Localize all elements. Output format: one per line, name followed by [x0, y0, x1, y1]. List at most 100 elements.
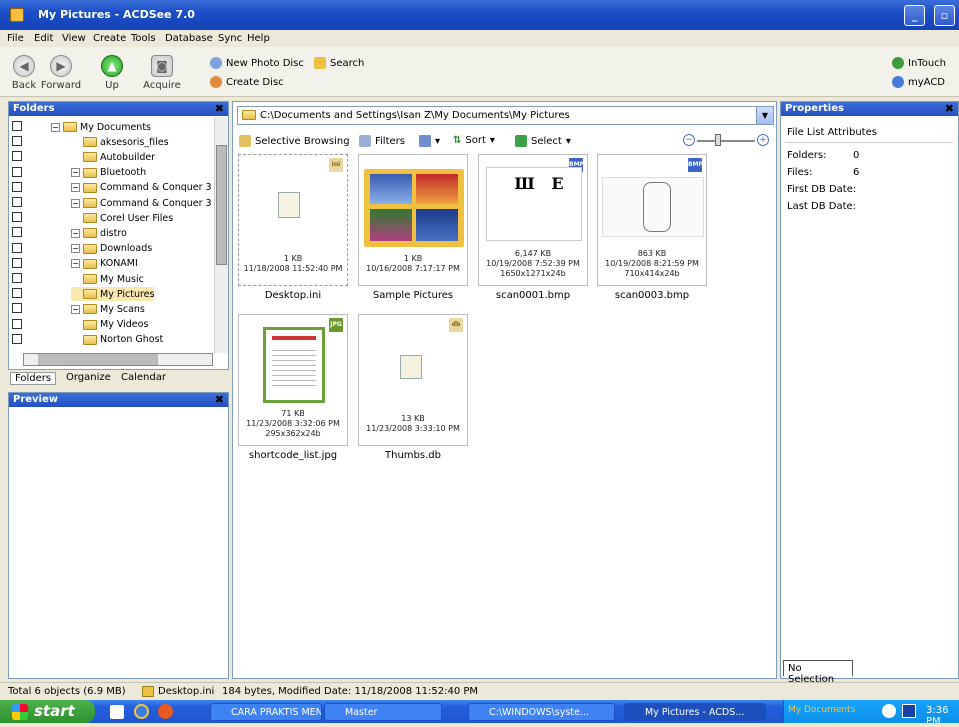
up-button[interactable]: ▲ Up — [98, 55, 126, 91]
folder-checkbox[interactable] — [12, 333, 22, 344]
search-button[interactable]: Search — [314, 57, 364, 69]
close-icon[interactable]: ✖ — [215, 393, 224, 406]
selective-browsing-button[interactable]: Selective Browsing — [239, 135, 350, 147]
folder-tree-item[interactable]: − My Documents — [51, 120, 151, 134]
menu-file[interactable]: File — [7, 33, 24, 44]
file-tile[interactable]: JPG 71 KB 11/23/2008 3:32:06 PM 295x362x24… — [238, 314, 348, 461]
intouch-button[interactable]: InTouch — [892, 57, 946, 69]
menu-create[interactable]: Create — [93, 33, 126, 44]
expand-icon[interactable]: − — [71, 228, 80, 238]
toolbar: ◀ Back ▶ Forward ▲ Up ◙ Acquire New Photo Di… — [0, 47, 959, 97]
folder-tile[interactable]: 1 KB 10/16/2008 7:17:17 PM Sample Picture… — [358, 154, 468, 301]
folder-tree-item[interactable]: Norton Ghost — [71, 333, 163, 347]
path-bar[interactable]: C:\Documents and Settings\Isan Z\My Docu… — [237, 106, 774, 125]
folder-tree-item[interactable]: My Videos — [71, 318, 148, 332]
folder-checkbox[interactable] — [12, 318, 22, 329]
menu-edit[interactable]: Edit — [34, 33, 53, 44]
expand-icon[interactable]: − — [71, 304, 80, 314]
folder-tree-item[interactable]: − My Scans — [71, 302, 145, 316]
folder-checkbox[interactable] — [12, 303, 22, 314]
folder-checkbox[interactable] — [12, 257, 22, 268]
zoom-slider-thumb[interactable] — [715, 134, 721, 146]
scrollbar-thumb[interactable] — [216, 145, 227, 265]
folder-checkbox[interactable] — [12, 273, 22, 283]
menu-view[interactable]: View — [62, 33, 86, 44]
expand-icon[interactable]: − — [71, 198, 80, 208]
folder-icon — [83, 334, 97, 345]
horizontal-scrollbar[interactable] — [23, 353, 213, 366]
folder-tree-item[interactable]: − Bluetooth — [71, 166, 146, 180]
folder-checkbox[interactable] — [12, 181, 22, 192]
taskbar-item-cmd[interactable]: C:\WINDOWS\syste... — [468, 703, 615, 721]
folder-checkbox[interactable] — [12, 197, 22, 207]
select-button[interactable]: Select ▾ — [515, 135, 571, 147]
taskbar-item-acdsee[interactable]: My Pictures - ACDS... — [624, 703, 766, 721]
acdsee-app-icon[interactable] — [10, 8, 24, 22]
maximize-button[interactable]: ▫ — [934, 5, 955, 26]
forward-button[interactable]: ▶ Forward — [40, 55, 82, 91]
close-icon[interactable]: ✖ — [945, 102, 954, 115]
file-tile[interactable]: db 13 KB 11/23/2008 3:33:10 PM Thumbs.db — [358, 314, 468, 461]
folder-checkbox[interactable] — [12, 121, 22, 131]
no-selection-tab[interactable]: No Selection — [783, 660, 853, 685]
menu-database[interactable]: Database — [165, 33, 213, 44]
new-photo-disc-button[interactable]: New Photo Disc — [210, 57, 304, 69]
taskbar-item-master[interactable]: Master — [324, 703, 442, 721]
expand-icon[interactable]: − — [71, 168, 80, 178]
folder-checkbox[interactable] — [12, 212, 22, 223]
zoom-in-icon[interactable]: + — [757, 134, 769, 146]
firefox-icon[interactable] — [158, 704, 173, 719]
sort-button[interactable]: ⇅ Sort ▾ — [453, 135, 495, 146]
zoom-slider[interactable]: − + — [683, 134, 769, 146]
taskbar-item-cara-praktis[interactable]: CARA PRAKTIS MEN... — [210, 703, 322, 721]
acquire-button[interactable]: ◙ Acquire — [140, 55, 184, 91]
sort-icon: ⇅ — [453, 135, 462, 146]
folder-tree-item[interactable]: My Pictures — [71, 287, 155, 302]
file-tile[interactable]: ini 1 KB 11/18/2008 11:52:40 PM Desktop.i… — [238, 154, 348, 301]
create-disc-button[interactable]: Create Disc — [210, 76, 284, 88]
close-icon[interactable]: ✖ — [215, 102, 224, 115]
expand-icon[interactable]: − — [71, 259, 80, 269]
windows-logo-icon — [12, 704, 28, 720]
tray-my-documents[interactable]: My Documents — [788, 705, 855, 715]
expand-icon[interactable]: − — [71, 244, 80, 254]
menu-tools[interactable]: Tools — [131, 33, 156, 44]
minimize-button[interactable]: _ — [904, 5, 925, 26]
expand-icon[interactable]: − — [51, 122, 60, 132]
tray-app-icon[interactable] — [882, 704, 896, 718]
folder-checkbox[interactable] — [12, 166, 22, 177]
view-mode-button[interactable]: ▾ — [419, 135, 440, 147]
folder-tree-item[interactable]: Corel User Files — [71, 211, 173, 225]
folder-tree-scrollbar[interactable] — [214, 117, 228, 353]
zoom-out-icon[interactable]: − — [683, 134, 695, 146]
folder-tree-item[interactable]: − distro — [71, 226, 127, 240]
file-tile[interactable]: BMP 863 KB 10/19/2008 8:21:59 PM 710x414x2… — [597, 154, 707, 301]
tray-media-icon[interactable] — [902, 704, 916, 718]
folder-checkbox[interactable] — [12, 288, 22, 299]
hscroll-thumb[interactable] — [38, 354, 158, 365]
folder-tree-item[interactable]: My Music — [71, 272, 144, 286]
folder-tree-item[interactable]: aksesoris_files — [71, 135, 169, 149]
back-button[interactable]: ◀ Back — [8, 55, 40, 91]
filters-button[interactable]: Filters — [359, 135, 405, 147]
folder-tree-item[interactable]: − Downloads — [71, 242, 152, 256]
folder-tree-item[interactable]: − Command & Conquer 3 K — [71, 181, 221, 195]
folder-checkbox[interactable] — [12, 242, 22, 253]
tab-calendar[interactable]: Calendar — [121, 372, 166, 383]
folder-tree-item[interactable]: Autobuilder — [71, 150, 155, 164]
internet-explorer-icon[interactable] — [134, 704, 149, 719]
folder-tree-item[interactable]: − KONAMI — [71, 257, 138, 271]
show-desktop-icon[interactable] — [110, 705, 124, 719]
expand-icon[interactable]: − — [71, 183, 80, 193]
menu-help[interactable]: Help — [247, 33, 270, 44]
folder-checkbox[interactable] — [12, 151, 22, 162]
folder-checkbox[interactable] — [12, 136, 22, 147]
tab-organize[interactable]: Organize — [66, 372, 111, 383]
menu-sync[interactable]: Sync — [218, 33, 242, 44]
tab-folders[interactable]: Folders — [10, 372, 57, 385]
folder-tree-item[interactable]: − Command & Conquer 3 T — [71, 196, 220, 210]
folder-checkbox[interactable] — [12, 227, 22, 238]
myacd-button[interactable]: myACD — [892, 76, 945, 88]
chevron-down-icon[interactable]: ▼ — [756, 107, 773, 124]
file-tile[interactable]: BMP Ш E 6,147 KB 10/19/2008 7:52:39 PM 165… — [478, 154, 588, 301]
